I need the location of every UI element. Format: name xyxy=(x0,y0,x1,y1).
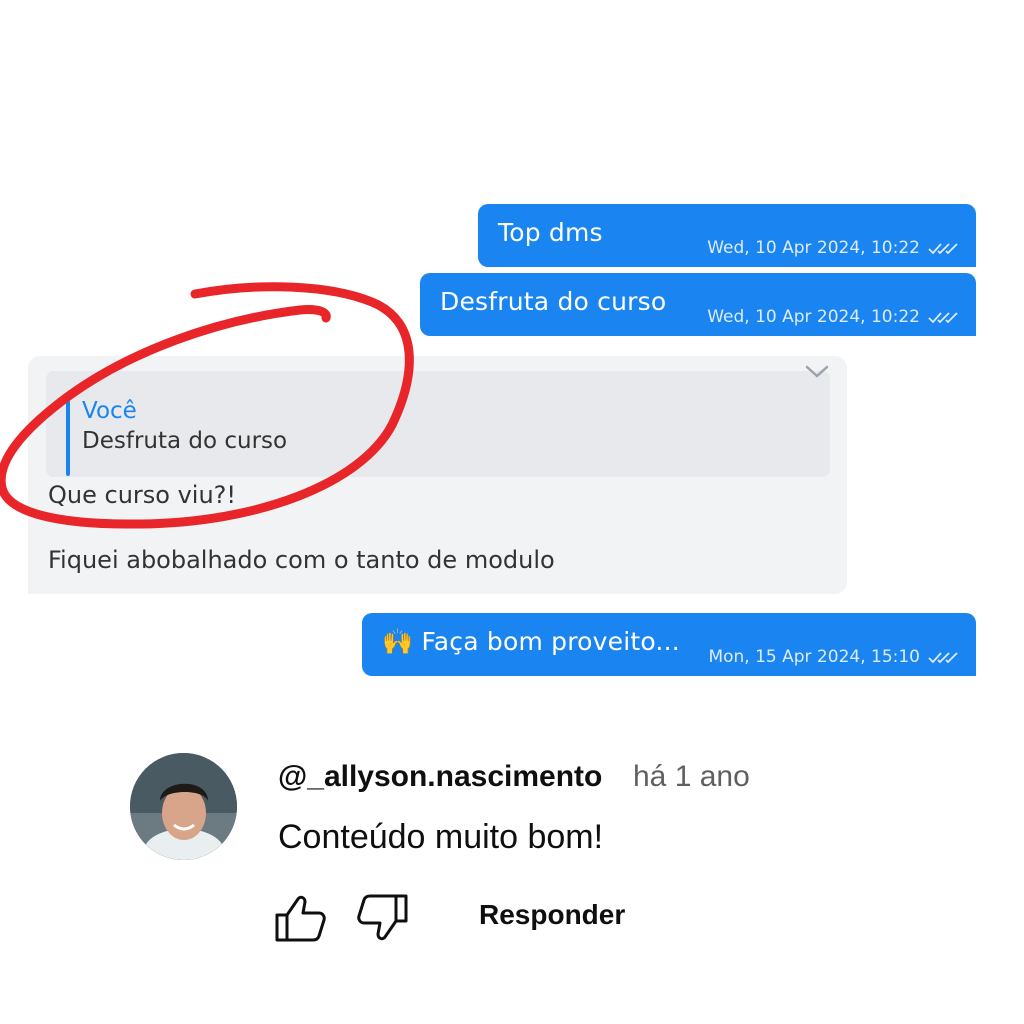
incoming-message[interactable]: Você Desfruta do curso Que curso viu?! F… xyxy=(28,356,847,594)
comment-timestamp: há 1 ano xyxy=(633,760,750,793)
outgoing-message[interactable]: Top dms Wed, 10 Apr 2024, 10:22 xyxy=(478,204,976,267)
double-check-icon xyxy=(928,312,958,324)
message-text: Que curso viu?! xyxy=(48,481,237,509)
message-time: Wed, 10 Apr 2024, 10:22 xyxy=(707,238,920,258)
quote-accent-bar xyxy=(66,400,70,476)
avatar-photo xyxy=(130,753,237,860)
double-check-icon xyxy=(928,652,958,664)
message-time: Mon, 15 Apr 2024, 15:10 xyxy=(708,647,920,667)
message-time: Wed, 10 Apr 2024, 10:22 xyxy=(707,307,920,327)
comment-text: Conteúdo muito bom! xyxy=(278,818,604,856)
reply-quote[interactable]: Você Desfruta do curso xyxy=(46,371,830,477)
thumbs-down-icon[interactable] xyxy=(356,893,410,943)
outgoing-message[interactable]: Desfruta do curso Wed, 10 Apr 2024, 10:2… xyxy=(420,273,976,336)
message-meta: Wed, 10 Apr 2024, 10:22 xyxy=(707,238,958,258)
avatar[interactable] xyxy=(130,753,237,860)
chevron-down-icon[interactable] xyxy=(805,364,829,380)
reply-button[interactable]: Responder xyxy=(479,899,625,931)
message-meta: Mon, 15 Apr 2024, 15:10 xyxy=(708,647,958,667)
outgoing-message[interactable]: 🙌 Faça bom proveito... Mon, 15 Apr 2024,… xyxy=(362,613,976,676)
message-text: Desfruta do curso xyxy=(440,287,667,316)
thumbs-up-icon[interactable] xyxy=(273,893,327,943)
quote-text: Desfruta do curso xyxy=(82,428,288,454)
quote-author: Você xyxy=(82,398,137,424)
message-text: Fiquei abobalhado com o tanto de modulo xyxy=(48,546,555,574)
message-text: Top dms xyxy=(498,218,603,247)
message-meta: Wed, 10 Apr 2024, 10:22 xyxy=(707,307,958,327)
comment-author[interactable]: @_allyson.nascimento xyxy=(278,760,602,794)
message-text: 🙌 Faça bom proveito... xyxy=(382,627,680,656)
double-check-icon xyxy=(928,243,958,255)
